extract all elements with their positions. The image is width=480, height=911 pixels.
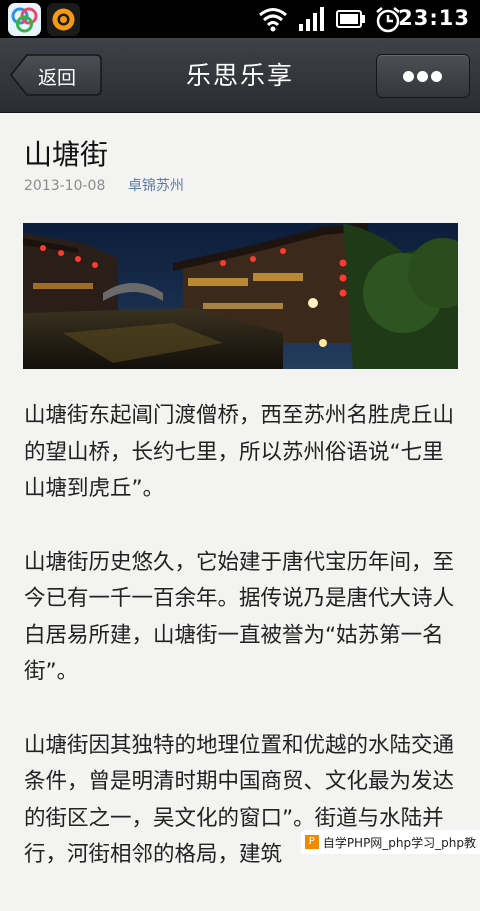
- article-paragraph: 山塘街东起阊门渡僧桥，西至苏州名胜虎丘山的望山桥，长约七里，所以苏州俗语说“七里…: [24, 403, 455, 501]
- more-button[interactable]: [376, 54, 470, 98]
- signal-icon: [299, 7, 324, 31]
- article-author-link[interactable]: 卓锦苏州: [128, 178, 184, 194]
- watermark-logo-icon: P: [304, 835, 319, 849]
- watermark-text: 自学PHP网_php学习_php教: [322, 835, 476, 850]
- article-date: 2013-10-08: [24, 178, 106, 194]
- title-bar: 返回 乐思乐享: [0, 38, 480, 113]
- more-dot: [431, 71, 442, 82]
- back-button-label: 返回: [38, 67, 77, 89]
- site-watermark: P 自学PHP网_php学习_php教: [300, 830, 480, 854]
- clock: 23:13: [398, 6, 470, 30]
- back-button[interactable]: 返回: [10, 54, 102, 96]
- more-dot: [417, 71, 428, 82]
- uc-browser-icon: [47, 3, 80, 36]
- notification-app-icon: [8, 3, 41, 36]
- wifi-icon: [259, 8, 287, 32]
- article-paragraph: 山塘街历史悠久，它始建于唐代宝历年间，至今已有一千一百余年。据传说乃是唐代大诗人…: [24, 549, 455, 685]
- article-meta: 2013-10-08 卓锦苏州: [24, 175, 184, 195]
- article-title: 山塘街: [24, 138, 109, 171]
- battery-icon: [336, 10, 365, 28]
- article-image: [23, 223, 458, 369]
- more-dots-icon: [403, 71, 414, 82]
- page-title: 乐思乐享: [185, 61, 294, 90]
- status-bar: 23:13: [0, 0, 480, 38]
